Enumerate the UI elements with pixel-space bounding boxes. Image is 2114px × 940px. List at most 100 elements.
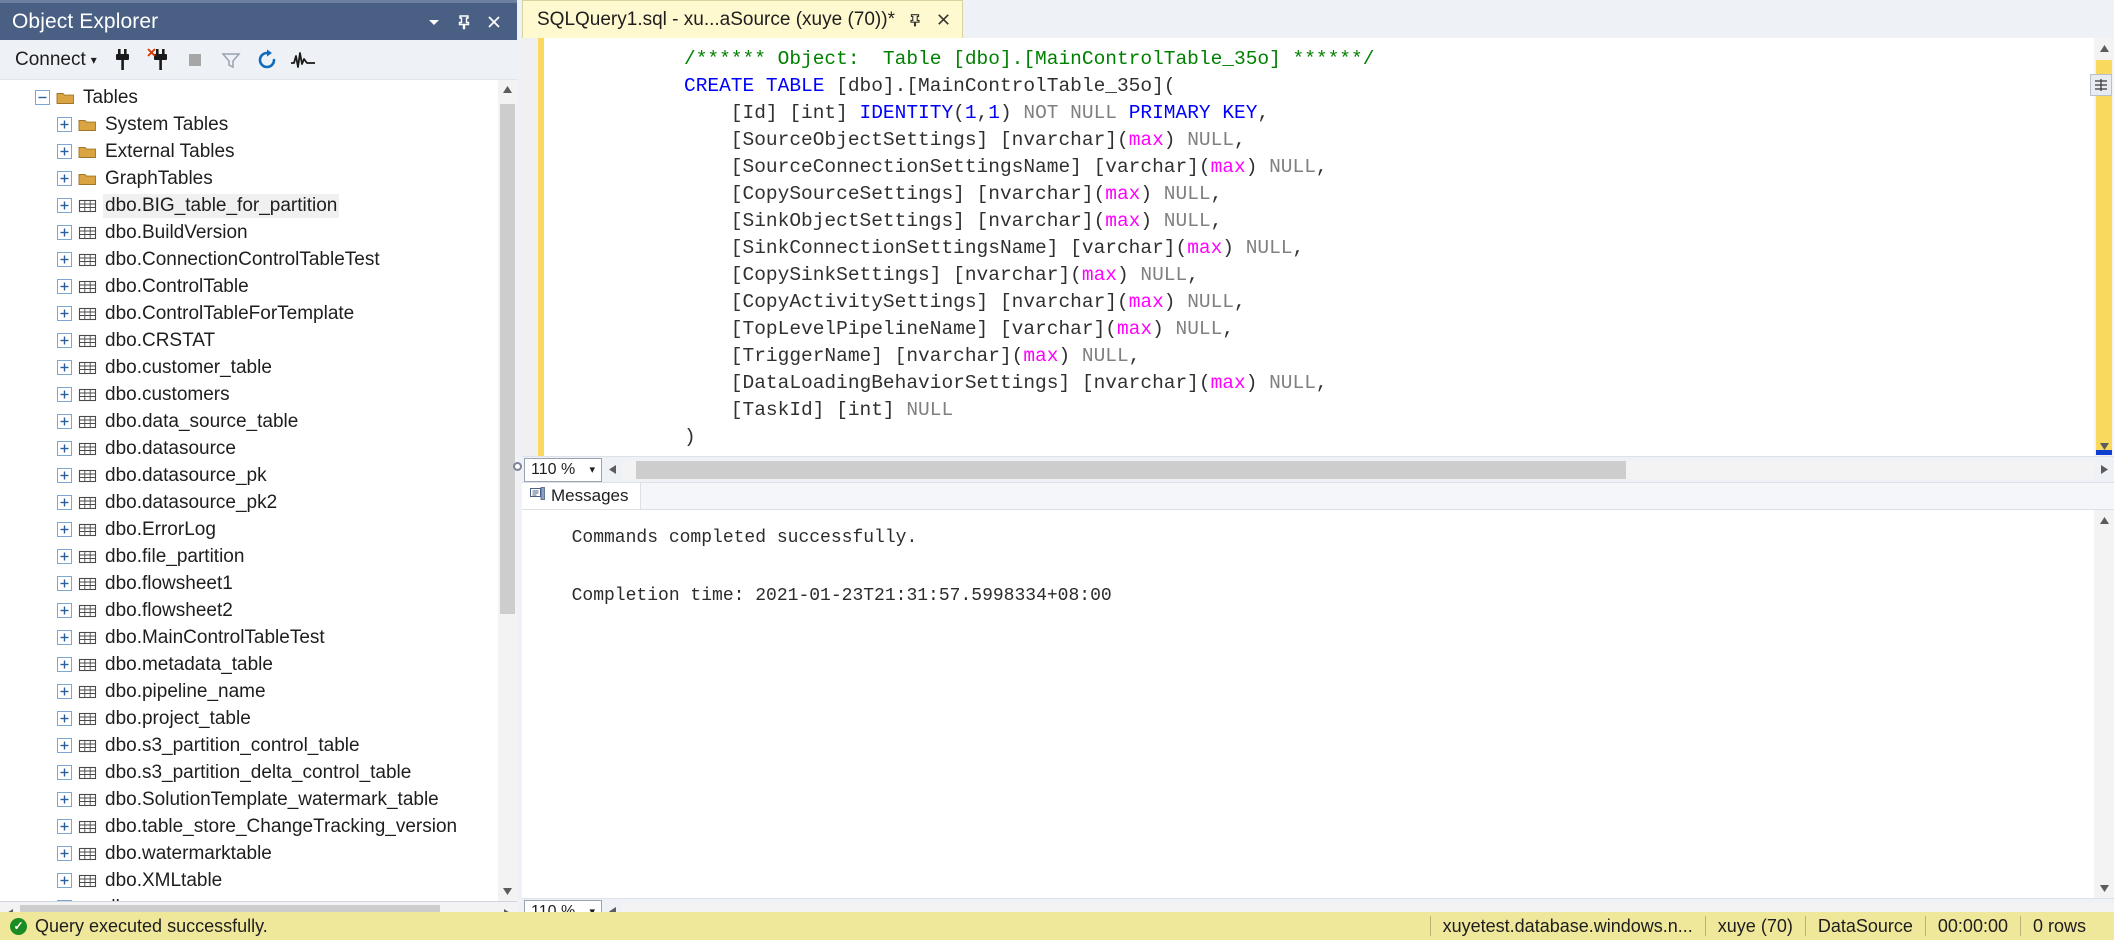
tree-node[interactable]: dbo.flowsheet1 [0, 570, 498, 597]
scrollbar-thumb[interactable] [2096, 60, 2112, 450]
scroll-up-arrow-icon[interactable] [2094, 510, 2114, 530]
tree-node[interactable]: GraphTables [0, 165, 498, 192]
connect-object-explorer-icon[interactable] [106, 45, 140, 75]
tree-node[interactable]: dbo.customers [0, 381, 498, 408]
tree-node[interactable]: External Tables [0, 138, 498, 165]
expand-plus-icon[interactable] [56, 549, 72, 565]
expand-plus-icon[interactable] [56, 657, 72, 673]
expand-plus-icon[interactable] [56, 225, 72, 241]
expand-plus-icon[interactable] [56, 306, 72, 322]
pin-icon[interactable] [449, 8, 479, 36]
tree-node[interactable]: dbo.customer_table [0, 354, 498, 381]
tree-node[interactable]: dbo.ControlTable [0, 273, 498, 300]
tree-node[interactable]: dbo.pipeline_name [0, 678, 498, 705]
messages-body[interactable]: Commands completed successfully. Complet… [522, 510, 2114, 898]
scroll-down-arrow-icon[interactable] [498, 882, 517, 901]
tree-node[interactable]: dbo.ErrorLog [0, 516, 498, 543]
expand-plus-icon[interactable] [56, 792, 72, 808]
tree-node[interactable]: dbo.project_table [0, 705, 498, 732]
tree-node[interactable]: dbo.s3_partition_delta_control_table [0, 759, 498, 786]
expand-plus-icon[interactable] [56, 684, 72, 700]
scroll-up-arrow-icon[interactable] [2094, 38, 2114, 58]
tree-node[interactable]: dbo.BIG_table_for_partition [0, 192, 498, 219]
scroll-left-arrow-icon[interactable] [602, 458, 622, 482]
tree-node[interactable]: dbo.MainControlTableTest [0, 624, 498, 651]
tab-messages[interactable]: Messages [522, 483, 641, 509]
disconnect-object-explorer-icon[interactable] [142, 45, 176, 75]
messages-vertical-scrollbar[interactable] [2094, 510, 2114, 898]
expand-plus-icon[interactable] [56, 333, 72, 349]
expand-plus-icon[interactable] [56, 387, 72, 403]
expand-plus-icon[interactable] [56, 765, 72, 781]
tree-node[interactable]: dbo.datasource [0, 435, 498, 462]
object-explorer-tree[interactable]: TablesSystem TablesExternal TablesGraphT… [0, 80, 498, 901]
editor-horizontal-scrollbar[interactable] [622, 461, 2094, 479]
expand-plus-icon[interactable] [56, 198, 72, 214]
connect-button[interactable]: Connect ▾ [10, 46, 104, 74]
tree-node[interactable]: dbo.data_source_table [0, 408, 498, 435]
expand-plus-icon[interactable] [56, 873, 72, 889]
tree-node[interactable]: Tables [0, 84, 498, 111]
editor-zoom-select[interactable]: 110 % ▾ [524, 458, 602, 482]
code-token: IDENTITY [860, 102, 954, 124]
expand-plus-icon[interactable] [56, 576, 72, 592]
object-explorer-vertical-scrollbar[interactable] [498, 80, 517, 901]
expand-plus-icon[interactable] [56, 819, 72, 835]
tree-node[interactable]: System Tables [0, 111, 498, 138]
tree-node[interactable]: dbo.file_partition [0, 543, 498, 570]
tree-node[interactable]: dbo.CRSTAT [0, 327, 498, 354]
tree-node[interactable]: dbo.BuildVersion [0, 219, 498, 246]
tree-node[interactable]: dbo.xuyecsv [0, 894, 498, 901]
expand-plus-icon[interactable] [56, 360, 72, 376]
expand-plus-icon[interactable] [56, 738, 72, 754]
scroll-down-arrow-icon[interactable] [2094, 436, 2114, 456]
expand-plus-icon[interactable] [56, 603, 72, 619]
expand-plus-icon[interactable] [56, 441, 72, 457]
tab-sqlquery1[interactable]: SQLQuery1.sql - xu...aSource (xuye (70))… [522, 0, 963, 38]
expand-plus-icon[interactable] [56, 252, 72, 268]
expand-plus-icon[interactable] [56, 279, 72, 295]
expand-plus-icon[interactable] [56, 171, 72, 187]
tree-node[interactable]: dbo.watermarktable [0, 840, 498, 867]
editor-split-handle[interactable] [2090, 74, 2112, 96]
activity-monitor-icon[interactable] [286, 45, 320, 75]
tree-node[interactable]: dbo.ControlTableForTemplate [0, 300, 498, 327]
expand-plus-icon[interactable] [56, 495, 72, 511]
filter-icon[interactable] [214, 45, 248, 75]
expand-plus-icon[interactable] [56, 900, 72, 902]
code-scroll-area[interactable]: /****** Object: Table [dbo].[MainControl… [544, 38, 2114, 456]
expand-plus-icon[interactable] [56, 711, 72, 727]
tree-node[interactable]: dbo.datasource_pk [0, 462, 498, 489]
expand-plus-icon[interactable] [56, 522, 72, 538]
sql-code-text[interactable]: /****** Object: Table [dbo].[MainControl… [544, 38, 2114, 451]
expand-plus-icon[interactable] [56, 144, 72, 160]
scroll-down-arrow-icon[interactable] [2094, 878, 2114, 898]
expand-plus-icon[interactable] [56, 117, 72, 133]
scrollbar-thumb[interactable] [500, 104, 515, 614]
chevron-down-icon[interactable] [419, 8, 449, 36]
splitter-grip[interactable] [513, 462, 522, 471]
pin-icon[interactable] [907, 12, 923, 28]
tree-node[interactable]: dbo.SolutionTemplate_watermark_table [0, 786, 498, 813]
tree-node[interactable]: dbo.datasource_pk2 [0, 489, 498, 516]
close-icon[interactable] [935, 11, 952, 28]
scrollbar-thumb[interactable] [636, 461, 1626, 479]
scroll-up-arrow-icon[interactable] [498, 80, 517, 99]
scroll-right-arrow-icon[interactable] [2094, 458, 2114, 482]
tabstrip-overflow[interactable] [2086, 0, 2114, 38]
collapse-minus-icon[interactable] [34, 90, 50, 106]
expand-plus-icon[interactable] [56, 414, 72, 430]
expand-plus-icon[interactable] [56, 630, 72, 646]
tree-node[interactable]: dbo.flowsheet2 [0, 597, 498, 624]
refresh-icon[interactable] [250, 45, 284, 75]
close-icon[interactable] [479, 8, 509, 36]
stop-icon[interactable] [178, 45, 212, 75]
tree-node[interactable]: dbo.table_store_ChangeTracking_version [0, 813, 498, 840]
expand-plus-icon[interactable] [56, 846, 72, 862]
expand-plus-icon[interactable] [56, 468, 72, 484]
tree-node[interactable]: dbo.ConnectionControlTableTest [0, 246, 498, 273]
tree-node[interactable]: dbo.XMLtable [0, 867, 498, 894]
editor-vertical-scrollbar[interactable] [2094, 38, 2114, 456]
tree-node[interactable]: dbo.s3_partition_control_table [0, 732, 498, 759]
tree-node[interactable]: dbo.metadata_table [0, 651, 498, 678]
